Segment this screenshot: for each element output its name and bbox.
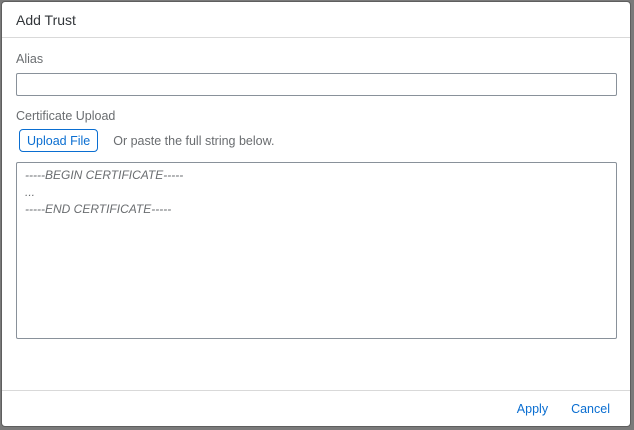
add-trust-dialog: Add Trust Alias Certificate Upload Uploa… [1, 1, 631, 427]
certificate-upload-label: Certificate Upload [16, 109, 116, 123]
dialog-title: Add Trust [16, 11, 76, 28]
dialog-header: Add Trust [2, 2, 630, 38]
apply-button[interactable]: Apply [517, 400, 548, 418]
alias-label: Alias [16, 52, 44, 66]
alias-input[interactable] [16, 73, 617, 96]
upload-row: Upload File Or paste the full string bel… [19, 129, 274, 152]
certificate-placeholder-begin: -----BEGIN CERTIFICATE----- [25, 168, 184, 182]
certificate-textarea[interactable]: -----BEGIN CERTIFICATE----- ... -----END… [16, 162, 617, 339]
certificate-placeholder-ellipsis: ... [25, 185, 36, 199]
cancel-button[interactable]: Cancel [571, 400, 610, 418]
upload-file-button[interactable]: Upload File [19, 129, 99, 152]
paste-hint: Or paste the full string below. [113, 133, 275, 148]
dialog-footer: Apply Cancel [2, 390, 630, 426]
certificate-placeholder-end: -----END CERTIFICATE----- [25, 202, 172, 216]
